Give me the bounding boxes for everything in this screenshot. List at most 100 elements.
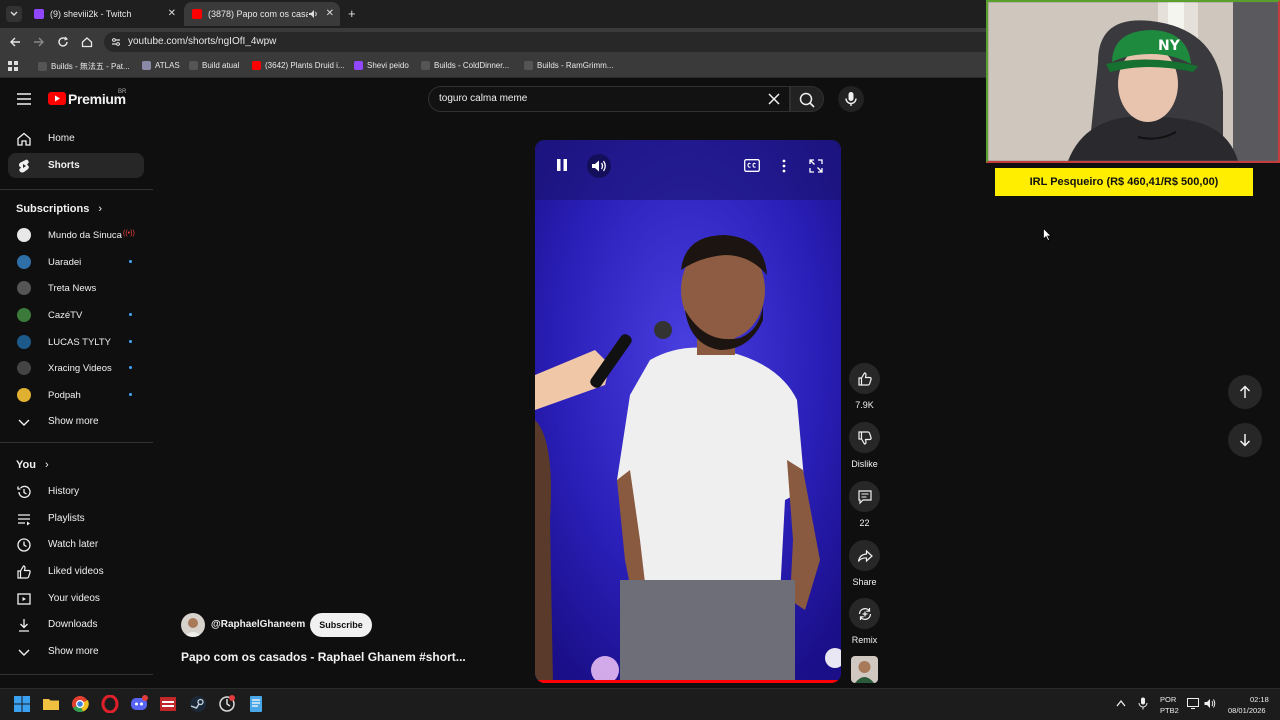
tray-chevron-up-icon[interactable]: [1116, 699, 1126, 707]
file-explorer-icon[interactable]: [42, 695, 60, 713]
tab-search-icon[interactable]: [6, 6, 22, 22]
search-query[interactable]: toguro calma meme: [439, 93, 527, 104]
youtube-logo-icon[interactable]: [48, 92, 66, 105]
discord-icon[interactable]: [130, 695, 148, 713]
like-action[interactable]: 7.9K: [849, 363, 880, 410]
share-action[interactable]: Share: [849, 540, 880, 587]
volume-icon[interactable]: [587, 154, 611, 178]
sidebar-item-downloads[interactable]: Downloads: [8, 612, 144, 637]
search-button[interactable]: [790, 86, 824, 112]
bookmark-item[interactable]: (3642) Plants Druid i...: [252, 61, 345, 70]
menu-icon[interactable]: [17, 93, 31, 105]
next-short-button[interactable]: [1228, 423, 1262, 457]
sidebar-divider: [0, 442, 153, 443]
chevron-down-icon: [16, 644, 32, 660]
youtube-icon: [192, 9, 202, 19]
share-label: Share: [852, 577, 877, 587]
subscription-item[interactable]: Mundo da Sinuca ((•)): [8, 222, 144, 247]
site-info-icon[interactable]: [111, 37, 121, 47]
sidebar-item-home[interactable]: Home: [8, 126, 144, 151]
you-show-more[interactable]: Show more: [8, 639, 144, 664]
channel-avatar: [17, 281, 31, 295]
share-button[interactable]: [849, 540, 880, 571]
webcam-image: NY: [988, 2, 1278, 161]
app-icon[interactable]: [218, 695, 236, 713]
tab-youtube[interactable]: (3878) Papo com os casado ✕: [184, 2, 340, 26]
bookmark-item[interactable]: Builds - 無法五 - Pat...: [38, 61, 130, 72]
sidebar-item-your-videos[interactable]: Your videos: [8, 586, 144, 611]
bookmark-item[interactable]: ATLAS: [142, 61, 180, 70]
bookmark-item[interactable]: Shevi peido: [354, 61, 409, 70]
apps-grid-icon[interactable]: [8, 61, 19, 72]
windows-start-icon[interactable]: [13, 695, 31, 713]
sidebar-item-watch-later[interactable]: Watch later: [8, 532, 144, 557]
chrome-icon[interactable]: [71, 695, 89, 713]
captions-icon[interactable]: [744, 159, 760, 172]
voice-search-button[interactable]: [838, 86, 864, 112]
subscription-item[interactable]: Xracing Videos: [8, 355, 144, 380]
sidebar-item-history[interactable]: History: [8, 479, 144, 504]
network-icon[interactable]: [1187, 698, 1199, 709]
pause-icon[interactable]: [555, 158, 569, 172]
steam-icon[interactable]: [189, 695, 207, 713]
speaker-icon[interactable]: [1204, 698, 1216, 709]
forward-icon[interactable]: [33, 36, 45, 48]
fullscreen-icon[interactable]: [809, 159, 823, 173]
sidebar-item-playlists[interactable]: Playlists: [8, 506, 144, 531]
more-options-icon[interactable]: [781, 159, 787, 173]
subscription-item[interactable]: LUCAS TYLTY: [8, 329, 144, 354]
tab-twitch[interactable]: (9) sheviii2k - Twitch ✕: [26, 2, 182, 26]
clock-time[interactable]: 02:18: [1250, 695, 1269, 704]
dislike-action[interactable]: Dislike: [849, 422, 880, 469]
dislike-label: Dislike: [851, 459, 878, 469]
subscription-item[interactable]: Podpah: [8, 382, 144, 407]
comments-button[interactable]: [849, 481, 880, 512]
chevron-down-icon: [16, 414, 32, 430]
subscribe-button[interactable]: Subscribe: [310, 613, 372, 637]
clock-date[interactable]: 08/01/2026: [1228, 706, 1266, 715]
previous-short-button[interactable]: [1228, 375, 1262, 409]
short-video-player[interactable]: [535, 140, 841, 683]
subscription-item[interactable]: Treta News: [8, 275, 144, 300]
bookmark-favicon-icon: [189, 61, 198, 70]
microphone-icon[interactable]: [1138, 697, 1148, 710]
notepad-icon[interactable]: [247, 695, 265, 713]
opera-icon[interactable]: [101, 695, 119, 713]
subscription-item[interactable]: Uaradei: [8, 249, 144, 274]
clear-search-icon[interactable]: [768, 93, 780, 105]
keyboard-language[interactable]: POR: [1160, 695, 1176, 704]
subscriptions-header[interactable]: Subscriptions ›: [16, 203, 102, 215]
remix-button[interactable]: [849, 598, 880, 629]
sound-thumbnail[interactable]: [851, 656, 878, 683]
download-icon: [16, 617, 32, 633]
like-button[interactable]: [849, 363, 880, 394]
channel-avatar: [17, 228, 31, 242]
url-text[interactable]: youtube.com/shorts/ngIOfI_4wpw: [128, 36, 276, 47]
twitch-icon: [354, 61, 363, 70]
keyboard-layout[interactable]: PTB2: [1160, 706, 1179, 715]
bookmark-item[interactable]: Build atual: [189, 61, 239, 70]
close-tab-icon[interactable]: ✕: [326, 8, 334, 19]
remix-action[interactable]: Remix: [849, 598, 880, 645]
back-icon[interactable]: [9, 36, 21, 48]
close-tab-icon[interactable]: ✕: [168, 8, 176, 19]
dislike-button[interactable]: [849, 422, 880, 453]
speaker-icon[interactable]: [308, 9, 318, 19]
share-icon: [857, 549, 873, 562]
channel-avatar[interactable]: [181, 613, 205, 637]
bookmark-item[interactable]: Builds - ColdDinner...: [421, 61, 509, 70]
comments-action[interactable]: 22: [849, 481, 880, 528]
reload-icon[interactable]: [57, 36, 69, 48]
app-icon[interactable]: [159, 695, 177, 713]
subscriptions-show-more[interactable]: Show more: [8, 409, 144, 434]
you-header[interactable]: You ›: [16, 459, 49, 471]
bookmark-item[interactable]: Builds - RamGrimm...: [524, 61, 613, 70]
short-title[interactable]: Papo com os casados - Raphael Ghanem #sh…: [181, 650, 466, 664]
home-icon[interactable]: [81, 36, 93, 48]
new-tab-button[interactable]: +: [348, 6, 356, 21]
subscription-item[interactable]: CazéTV: [8, 302, 144, 327]
sidebar-item-liked-videos[interactable]: Liked videos: [8, 559, 144, 584]
home-icon: [16, 131, 32, 147]
sidebar-item-shorts[interactable]: Shorts: [8, 153, 144, 178]
channel-name[interactable]: @RaphaelGhaneem: [211, 619, 305, 630]
